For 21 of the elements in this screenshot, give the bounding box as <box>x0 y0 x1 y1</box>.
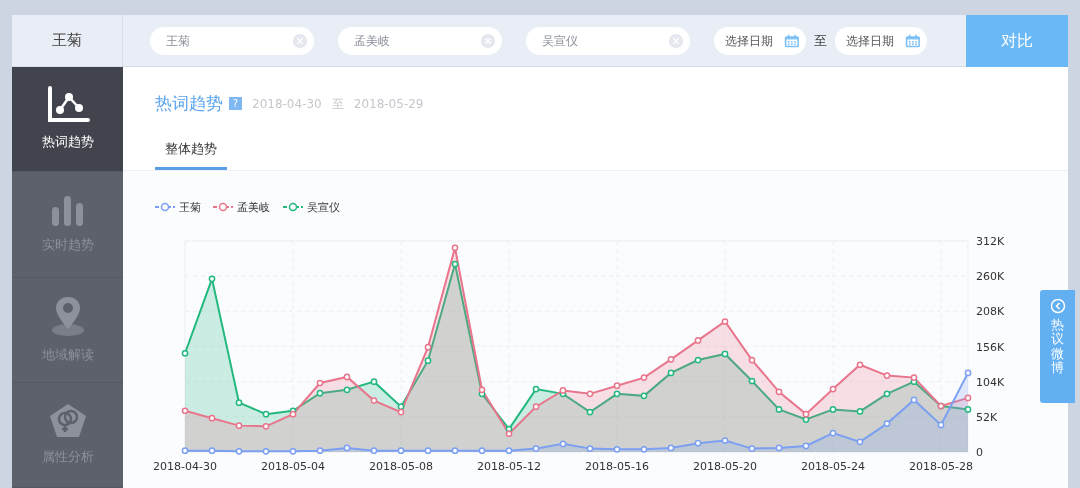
axis-label: 260K <box>976 270 1005 284</box>
axis-label: 208K <box>976 305 1005 319</box>
axis-label: 2018-05-04 <box>261 460 325 473</box>
date-text: 2018-04-30 <box>252 95 322 113</box>
axis-label: 0 <box>976 446 983 459</box>
axis-label: 2018-04-30 <box>153 460 217 473</box>
axis-label: 2018-05-12 <box>477 460 541 473</box>
axis-label: 2018-05-28 <box>909 460 973 473</box>
panel-title: 热词趋势 <box>155 92 223 115</box>
axis-label: 52K <box>976 410 998 424</box>
axis-label: 2018-05-20 <box>693 460 757 473</box>
range-separator: 至 <box>331 95 344 113</box>
axis-label: 2018-05-24 <box>801 460 865 473</box>
header-title: 王菊 <box>12 15 123 66</box>
range-separator: 至 <box>814 31 827 50</box>
axis-label: 2018-05-16 <box>585 460 649 473</box>
axis-label: 2018-05-08 <box>369 460 433 473</box>
axis-label: 156K <box>976 340 1005 354</box>
axis-label: 104K <box>976 375 1005 389</box>
date-text: 2018-05-29 <box>353 95 424 113</box>
axis-label: 312K <box>976 235 1005 248</box>
